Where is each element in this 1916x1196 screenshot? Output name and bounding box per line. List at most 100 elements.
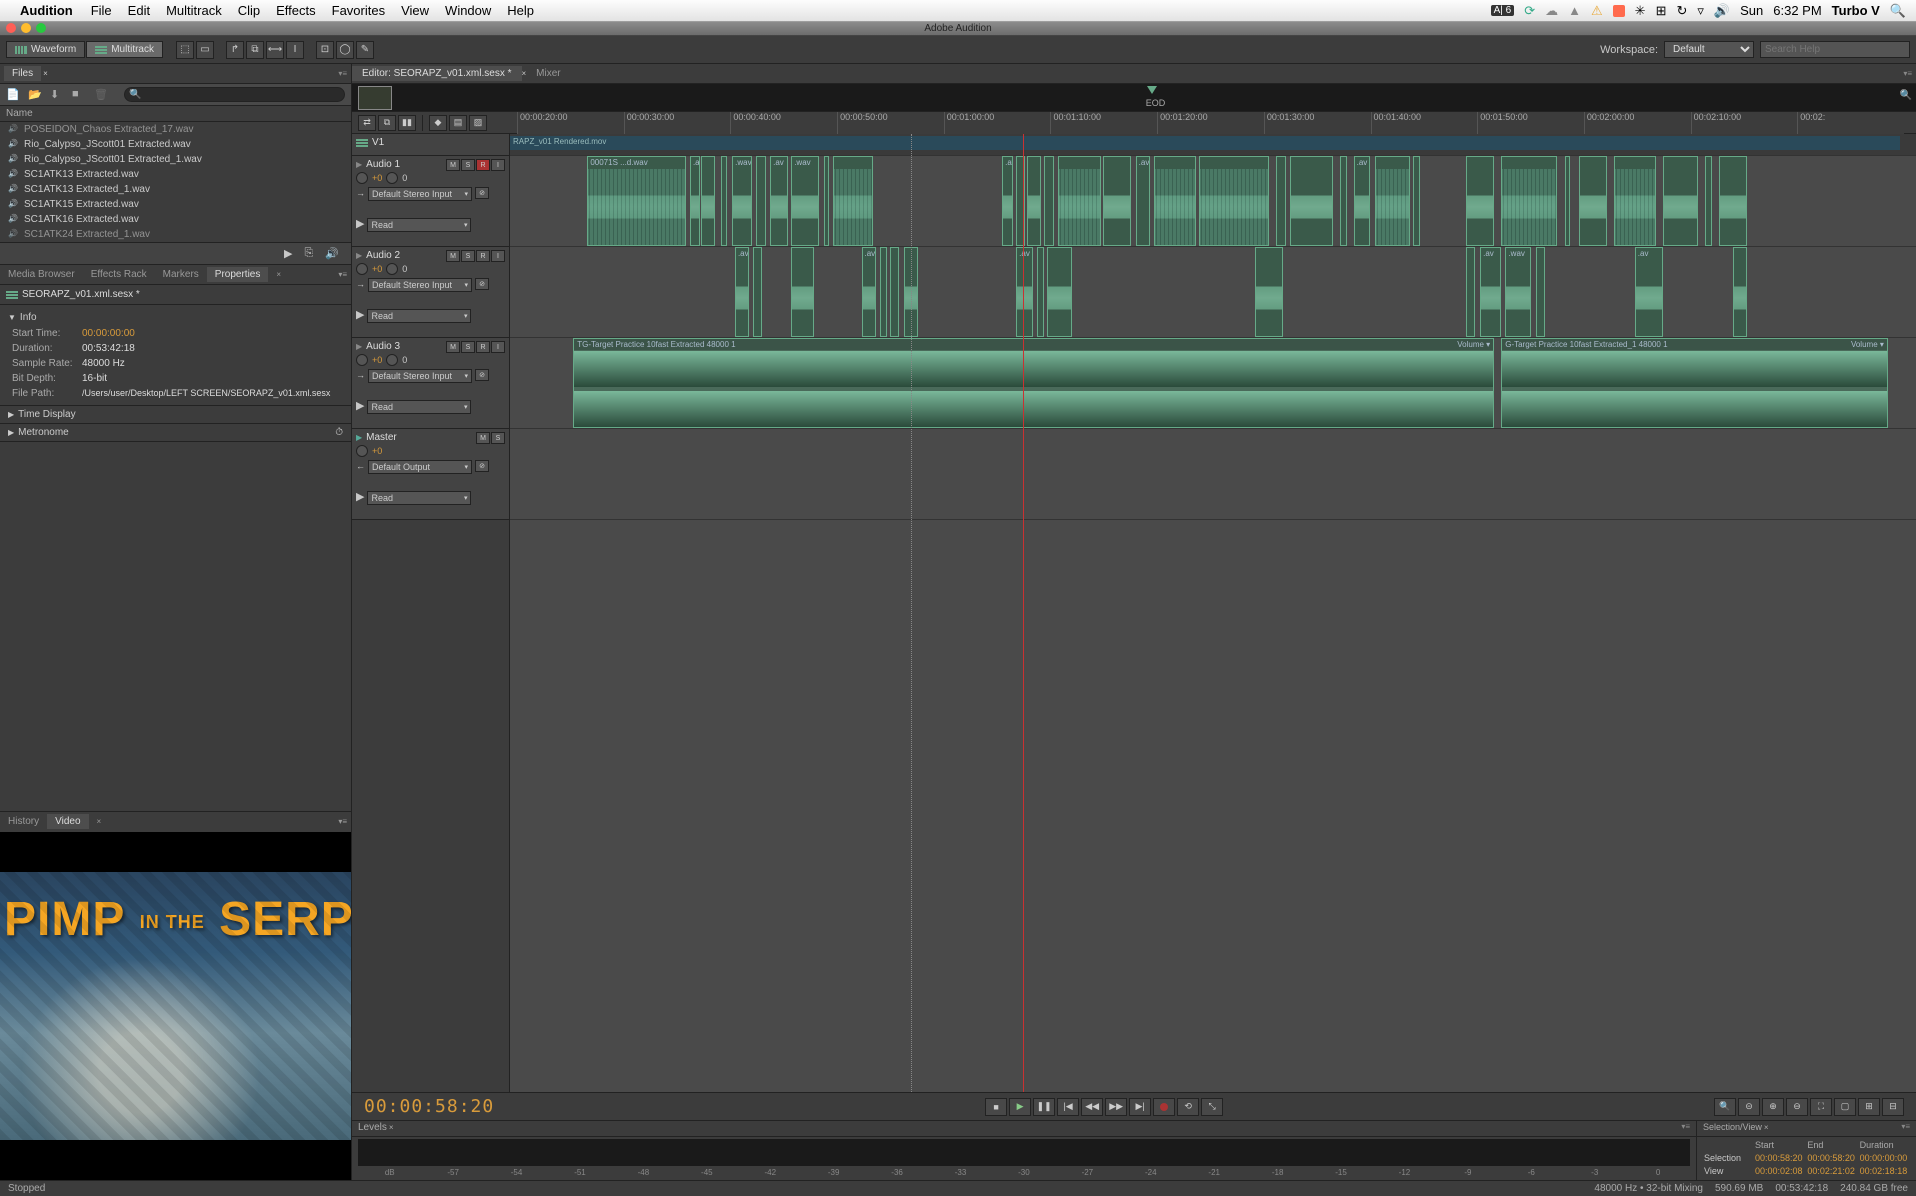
audio-clip[interactable]: [1579, 156, 1607, 246]
file-name-header[interactable]: Name: [0, 106, 351, 122]
audio-clip[interactable]: .wav: [732, 156, 752, 246]
tool-move[interactable]: ⬚: [176, 41, 194, 59]
mute-button[interactable]: M: [476, 432, 490, 444]
wifi-icon[interactable]: ▿: [1697, 3, 1704, 19]
forward-button[interactable]: ▶▶: [1105, 1098, 1127, 1116]
skip-selection-button[interactable]: ⤡: [1201, 1098, 1223, 1116]
solo-button[interactable]: S: [461, 159, 475, 171]
rewind-button[interactable]: ◀◀: [1081, 1098, 1103, 1116]
eod-marker[interactable]: EOD: [1146, 98, 1166, 108]
solo-button[interactable]: S: [461, 250, 475, 262]
selection-dur[interactable]: 00:00:00:00: [1859, 1152, 1910, 1164]
spectral-icon[interactable]: ▤: [449, 115, 467, 131]
close-file-icon[interactable]: ■: [72, 88, 86, 102]
tool-razor[interactable]: ⊡: [316, 41, 334, 59]
audio-clip[interactable]: [701, 156, 715, 246]
audio-clip[interactable]: [1037, 247, 1044, 337]
disclosure-icon[interactable]: ▶: [356, 217, 364, 230]
loop-icon[interactable]: ⎘: [304, 247, 313, 260]
audio-clip[interactable]: .av: [1136, 156, 1150, 246]
audio2-track-header[interactable]: ▶Audio 2 MSRI +00 →Default Stereo Input⊘…: [352, 247, 509, 338]
displays-icon[interactable]: ⊞: [1656, 3, 1667, 19]
trash-icon[interactable]: 🗑: [94, 88, 108, 102]
audio-clip[interactable]: [880, 247, 887, 337]
fx-icon[interactable]: ⊘: [475, 369, 489, 381]
zoom-window-icon[interactable]: [36, 23, 46, 33]
zoom-out-icon[interactable]: ⊟: [1882, 1098, 1904, 1116]
tool-hybrid[interactable]: ↱: [226, 41, 244, 59]
automation-mode[interactable]: Read: [367, 309, 471, 323]
audio-clip[interactable]: [1466, 247, 1474, 337]
gain-value[interactable]: +0: [372, 173, 382, 183]
pan-value[interactable]: 0: [402, 264, 407, 274]
audio-clip[interactable]: [1733, 247, 1747, 337]
volume-icon[interactable]: 🔊: [1714, 3, 1730, 19]
disclosure-icon[interactable]: ▶: [356, 342, 362, 351]
tool-icon[interactable]: ▲: [1568, 3, 1581, 18]
tool-slip[interactable]: ◯: [336, 41, 354, 59]
app-icon[interactable]: [1613, 5, 1625, 17]
tab-close-icon[interactable]: ×: [389, 1123, 394, 1132]
video-preview[interactable]: PIMP IN THE SERP: [0, 872, 351, 1141]
tab-close-icon[interactable]: ×: [268, 268, 289, 281]
auto-play-icon[interactable]: 🔊: [325, 247, 339, 260]
close-window-icon[interactable]: [6, 23, 16, 33]
view-dur[interactable]: 00:02:18:18: [1859, 1165, 1910, 1177]
input-select[interactable]: Default Stereo Input: [368, 187, 472, 201]
files-search-input[interactable]: [124, 87, 345, 102]
tool-range[interactable]: ⟷: [266, 41, 284, 59]
history-tab[interactable]: History: [0, 814, 47, 829]
fx-icon[interactable]: ⊘: [475, 460, 489, 472]
file-item[interactable]: SC1ATK13 Extracted_1.wav: [0, 182, 351, 197]
video-track-header[interactable]: V1: [352, 134, 509, 156]
loop-button[interactable]: ⟲: [1177, 1098, 1199, 1116]
timecode-display[interactable]: 00:00:58:20: [364, 1096, 494, 1117]
metronome-icon[interactable]: ⏱: [335, 427, 343, 438]
menu-view[interactable]: View: [401, 3, 429, 18]
zoom-full-icon[interactable]: ⛶: [1810, 1098, 1832, 1116]
zoom-in-time-icon[interactable]: 🔍: [1714, 1098, 1736, 1116]
record-arm-button[interactable]: R: [476, 159, 490, 171]
clock-time[interactable]: 6:32 PM: [1773, 3, 1821, 18]
start-time-value[interactable]: 00:00:00:00: [82, 328, 135, 339]
user-menu[interactable]: Turbo V: [1832, 3, 1880, 18]
zoom-out-amp-icon[interactable]: ⊖: [1786, 1098, 1808, 1116]
search-help-input[interactable]: [1760, 41, 1910, 58]
track-name[interactable]: Audio 1: [366, 159, 400, 170]
gain-value[interactable]: +0: [372, 446, 382, 456]
preview-icon[interactable]: ▨: [469, 115, 487, 131]
editor-tab[interactable]: Editor: SEORAPZ_v01.xml.sesx *: [352, 66, 522, 81]
video-clip[interactable]: RAPZ_v01 Rendered.mov: [510, 136, 1900, 150]
audio-clip[interactable]: [1044, 156, 1054, 246]
time-display-header[interactable]: Time Display: [18, 409, 75, 420]
file-item[interactable]: SC1ATK16 Extracted.wav: [0, 212, 351, 227]
zoom-in-icon[interactable]: ⊞: [1858, 1098, 1880, 1116]
playhead[interactable]: [1023, 134, 1024, 1092]
panel-menu-icon[interactable]: ▾≡: [330, 815, 351, 828]
audio2-lane[interactable]: .av .av .av .av .wav .av: [510, 247, 1916, 338]
new-file-icon[interactable]: 📄: [6, 88, 20, 102]
view-end[interactable]: 00:02:21:02: [1806, 1165, 1857, 1177]
hud-icon[interactable]: ▮▮: [398, 115, 416, 131]
file-item[interactable]: POSEIDON_Chaos Extracted_17.wav: [0, 122, 351, 137]
disclosure-icon[interactable]: ▼: [8, 313, 16, 322]
track-lanes[interactable]: RAPZ_v01 Rendered.mov 00071S ...d.wav .a…: [510, 134, 1916, 1092]
play-button[interactable]: ▶: [1009, 1098, 1031, 1116]
audio-clip[interactable]: [1103, 156, 1131, 246]
file-item[interactable]: SC1ATK15 Extracted.wav: [0, 197, 351, 212]
disclosure-icon[interactable]: ▶: [356, 399, 364, 412]
pan-knob[interactable]: [386, 263, 398, 275]
workspace-select[interactable]: Default: [1664, 41, 1754, 58]
ripple-icon[interactable]: ⧉: [378, 115, 396, 131]
pan-knob[interactable]: [386, 172, 398, 184]
mute-button[interactable]: M: [446, 341, 460, 353]
multitrack-mode-button[interactable]: Multitrack: [86, 41, 163, 58]
menu-extra-icon[interactable]: ✳: [1635, 3, 1646, 19]
audio-clip[interactable]: 00071S ...d.wav: [587, 156, 685, 246]
gain-value[interactable]: +0: [372, 264, 382, 274]
menu-multitrack[interactable]: Multitrack: [166, 3, 222, 18]
rewind-start-button[interactable]: |◀: [1057, 1098, 1079, 1116]
view-start[interactable]: 00:00:02:08: [1754, 1165, 1805, 1177]
overview-zoom-icon[interactable]: 🔍: [1900, 90, 1912, 101]
audio-clip[interactable]: TG-Target Practice 10fast Extracted 4800…: [573, 338, 1494, 428]
